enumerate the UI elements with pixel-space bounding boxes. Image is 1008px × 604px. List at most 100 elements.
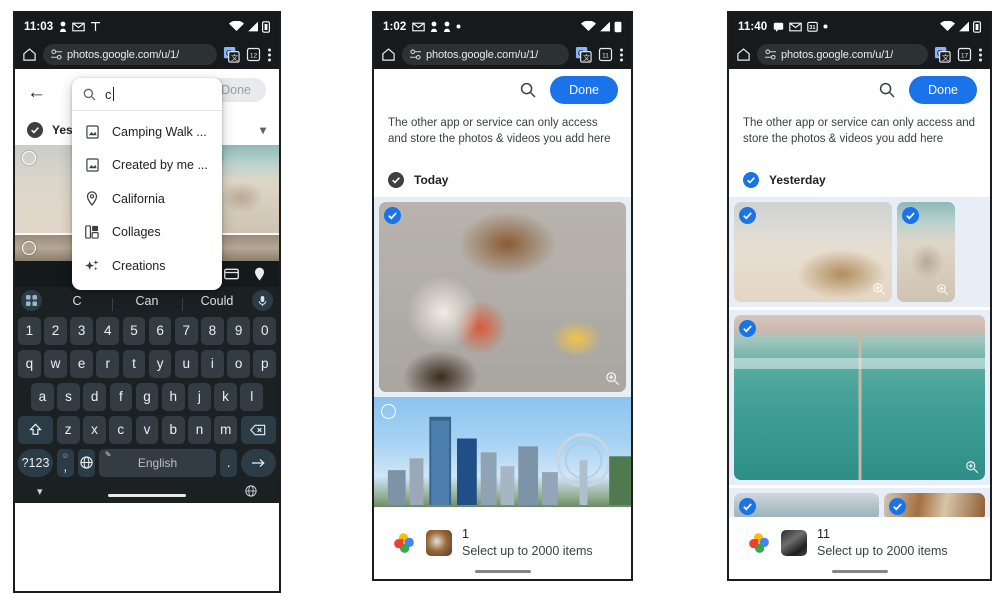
search-icon[interactable] <box>520 82 536 98</box>
overflow-menu-icon[interactable] <box>978 47 983 63</box>
korean-food-photo[interactable] <box>379 201 626 392</box>
key-h[interactable]: h <box>161 382 185 411</box>
key-k[interactable]: k <box>214 382 237 411</box>
tab-switcher-icon[interactable]: 11 <box>598 47 613 62</box>
day-header-today[interactable]: Today <box>374 148 631 197</box>
key-y[interactable]: y <box>148 349 172 378</box>
selected-check-icon[interactable] <box>739 206 756 224</box>
home-indicator[interactable] <box>474 569 531 573</box>
card-icon[interactable] <box>224 268 239 280</box>
key-6[interactable]: 6 <box>148 316 172 345</box>
selected-check-icon[interactable] <box>889 497 906 515</box>
key-z[interactable]: z <box>56 415 80 444</box>
key-d[interactable]: d <box>83 382 107 411</box>
key-c[interactable]: c <box>109 415 133 444</box>
suggestion-item[interactable]: Creations <box>72 249 222 283</box>
location-pin-icon[interactable] <box>254 267 265 281</box>
ime-globe-icon[interactable] <box>245 485 257 497</box>
back-arrow-icon[interactable]: ← <box>27 83 46 102</box>
zoom-in-icon[interactable] <box>965 460 979 474</box>
globe-icon[interactable] <box>77 448 96 477</box>
suggestion-item[interactable]: California <box>72 182 222 216</box>
city-skyline-photo[interactable] <box>374 396 631 507</box>
day-select-check-icon[interactable] <box>743 171 759 188</box>
key-i[interactable]: i <box>201 349 224 378</box>
key-8[interactable]: 8 <box>201 316 224 345</box>
suggestion-word[interactable]: Could <box>182 294 252 311</box>
key-w[interactable]: w <box>44 349 67 378</box>
key-1[interactable]: 1 <box>18 316 41 345</box>
zoom-in-icon[interactable] <box>872 282 886 296</box>
google-translate-icon[interactable]: G文 <box>223 46 240 63</box>
selected-check-icon[interactable] <box>902 206 919 224</box>
google-translate-icon[interactable]: G文 <box>575 46 592 63</box>
overflow-menu-icon[interactable] <box>619 47 624 63</box>
enter-arrow-icon[interactable] <box>240 448 276 477</box>
key-m[interactable]: m <box>214 415 238 444</box>
done-button[interactable]: Done <box>550 76 618 104</box>
key-t[interactable]: t <box>122 349 146 378</box>
selected-check-icon[interactable] <box>739 497 756 515</box>
comma-key[interactable]: ☺ , <box>56 448 75 477</box>
suggestion-item[interactable]: Created by me ... <box>72 149 222 183</box>
suggestion-item[interactable]: Collages <box>72 216 222 250</box>
key-j[interactable]: j <box>188 382 211 411</box>
key-l[interactable]: l <box>240 382 264 411</box>
google-translate-icon[interactable]: G文 <box>934 46 951 63</box>
app-grid-icon[interactable] <box>21 290 42 311</box>
overflow-menu-icon[interactable] <box>267 47 272 63</box>
url-bar[interactable]: photos.google.com/u/1/ <box>402 44 569 65</box>
zoom-in-icon[interactable] <box>605 371 620 386</box>
key-g[interactable]: g <box>135 382 159 411</box>
key-u[interactable]: u <box>174 349 198 378</box>
suggestion-word[interactable]: C <box>42 294 112 308</box>
key-0[interactable]: 0 <box>253 316 277 345</box>
beach-rocks-photo[interactable] <box>897 201 955 302</box>
key-n[interactable]: n <box>188 415 211 444</box>
key-b[interactable]: b <box>161 415 185 444</box>
home-icon[interactable] <box>22 47 37 62</box>
key-x[interactable]: x <box>83 415 106 444</box>
suggestion-word[interactable]: Can <box>112 294 182 311</box>
unselected-circle-icon[interactable] <box>22 241 36 255</box>
selected-check-icon[interactable] <box>739 319 756 337</box>
period-key[interactable]: . <box>219 448 238 477</box>
key-r[interactable]: r <box>96 349 120 378</box>
microphone-icon[interactable] <box>252 290 273 311</box>
search-input[interactable]: c <box>72 78 222 111</box>
key-7[interactable]: 7 <box>174 316 198 345</box>
collapse-chevron-icon[interactable]: ▾ <box>37 485 43 498</box>
key-q[interactable]: q <box>18 349 41 378</box>
home-indicator[interactable] <box>831 569 888 573</box>
backspace-icon[interactable] <box>240 415 276 444</box>
url-bar[interactable]: photos.google.com/u/1/ <box>43 44 217 65</box>
done-button[interactable]: Done <box>909 76 977 104</box>
url-bar[interactable]: photos.google.com/u/1/ <box>757 44 928 65</box>
key-f[interactable]: f <box>109 382 133 411</box>
key-e[interactable]: e <box>70 349 93 378</box>
chevron-down-icon[interactable]: ▾ <box>260 123 266 137</box>
key-o[interactable]: o <box>227 349 250 378</box>
key-5[interactable]: 5 <box>122 316 146 345</box>
selected-check-icon[interactable] <box>384 206 401 224</box>
key-2[interactable]: 2 <box>44 316 67 345</box>
unselected-circle-icon[interactable] <box>22 151 36 165</box>
key-4[interactable]: 4 <box>96 316 120 345</box>
suggestion-item[interactable]: Camping Walk ... <box>72 115 222 149</box>
day-select-check-icon[interactable] <box>388 171 404 188</box>
key-a[interactable]: a <box>31 382 54 411</box>
key-v[interactable]: v <box>135 415 159 444</box>
home-indicator[interactable] <box>108 494 186 497</box>
search-icon[interactable] <box>879 82 895 98</box>
tab-switcher-icon[interactable]: 17 <box>957 47 972 62</box>
key-9[interactable]: 9 <box>227 316 250 345</box>
key-s[interactable]: s <box>57 382 80 411</box>
beach-bag-photo[interactable] <box>734 201 892 302</box>
key-3[interactable]: 3 <box>70 316 93 345</box>
space-key[interactable]: ✎ English <box>98 448 217 477</box>
sheet-row[interactable]: 1 Select up to 2000 items <box>374 526 631 562</box>
symbols-key[interactable]: ?123 <box>18 448 54 477</box>
zoom-in-icon[interactable] <box>936 283 949 296</box>
day-select-check-icon[interactable] <box>27 122 43 138</box>
shift-arrow-icon[interactable] <box>18 415 54 444</box>
